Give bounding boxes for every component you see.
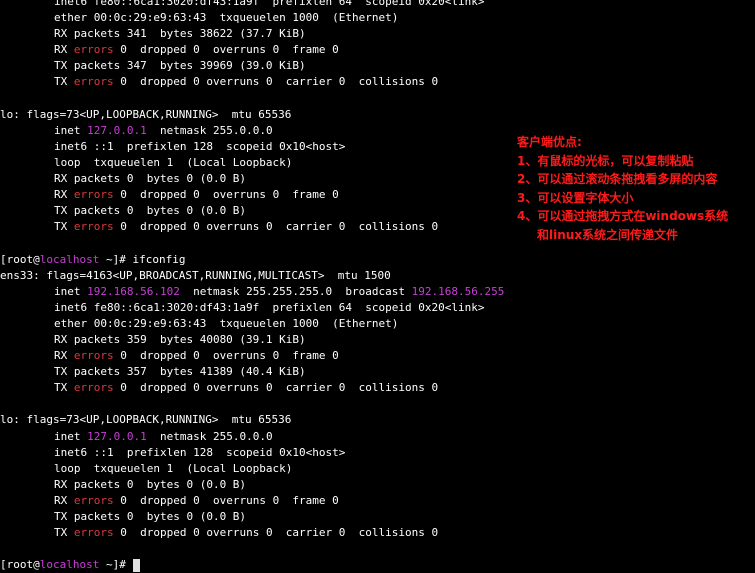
ip-address: 127.0.0.1: [87, 123, 147, 137]
terminal-line: inet6 fe80::6ca1:3020:df43:1a9f prefixle…: [0, 0, 755, 10]
annotation-note: 客户端优点: 1、有鼠标的光标，可以复制粘贴 2、可以通过滚动条拖拽看多屏的内容…: [517, 133, 728, 244]
terminal-text: RX: [54, 43, 74, 57]
terminal-line: loop txqueuelen 1 (Local Loopback): [0, 461, 755, 477]
terminal-text: netmask 255.0.0.0: [146, 429, 273, 443]
terminal-text: 0 dropped 0 overruns 0 carrier 0 collisi…: [113, 381, 439, 395]
error-keyword: errors: [73, 349, 114, 363]
terminal-text: ~]#: [99, 558, 133, 572]
annotation-item: 2、可以通过滚动条拖拽看多屏的内容: [517, 172, 718, 186]
error-keyword: errors: [73, 381, 114, 395]
terminal-text: ether 00:0c:29:e9:63:43 txqueuelen 1000 …: [54, 11, 399, 25]
error-keyword: errors: [73, 43, 114, 57]
annotation-item: 3、可以设置字体大小: [517, 190, 634, 205]
terminal-line: RX packets 0 bytes 0 (0.0 B): [0, 477, 755, 493]
terminal-line: lo: flags=73<UP,LOOPBACK,RUNNING> mtu 65…: [0, 412, 755, 428]
terminal-text: RX: [54, 493, 74, 507]
terminal-text: netmask 255.255.255.0 broadcast: [179, 284, 412, 298]
annotation-item: 1、有鼠标的光标，可以复制粘贴: [517, 153, 694, 168]
annotation-item: 和linux系统之间传递文件: [537, 227, 679, 242]
terminal-text: RX packets 0 bytes 0 (0.0 B): [54, 172, 247, 186]
terminal-line: inet 127.0.0.1 netmask 255.0.0.0: [0, 429, 755, 445]
terminal-text: netmask 255.0.0.0: [146, 123, 273, 137]
terminal-line: inet6 ::1 prefixlen 128 scopeid 0x10<hos…: [0, 445, 755, 461]
terminal-text: 0 dropped 0 overruns 0 carrier 0 collisi…: [113, 75, 439, 89]
terminal-line: ether 00:0c:29:e9:63:43 txqueuelen 1000 …: [0, 316, 755, 332]
terminal-line: lo: flags=73<UP,LOOPBACK,RUNNING> mtu 65…: [0, 107, 755, 123]
terminal-line: RX errors 0 dropped 0 overruns 0 frame 0: [0, 42, 755, 58]
terminal-line: TX packets 347 bytes 39969 (39.0 KiB): [0, 58, 755, 74]
terminal-text: 0 dropped 0 overruns 0 carrier 0 collisi…: [113, 526, 439, 540]
terminal-line: TX errors 0 dropped 0 overruns 0 carrier…: [0, 74, 755, 90]
error-keyword: errors: [73, 493, 114, 507]
terminal-text: TX: [54, 75, 74, 89]
terminal-text: RX packets 359 bytes 40080 (39.1 KiB): [54, 332, 306, 346]
terminal-text: 0 dropped 0 overruns 0 frame 0: [113, 493, 339, 507]
terminal-line: [root@localhost ~]# ifconfig: [0, 252, 755, 268]
ip-address: 192.168.56.102: [87, 284, 180, 298]
shell-prompt-line: [root@localhost ~]#: [0, 557, 755, 573]
terminal-text: inet: [54, 429, 88, 443]
terminal-text: RX: [54, 188, 74, 202]
annotation-title: 客户端优点:: [517, 135, 582, 149]
terminal-text: 0 dropped 0 overruns 0 frame 0: [113, 188, 339, 202]
terminal-text: loop txqueuelen 1 (Local Loopback): [54, 155, 293, 169]
terminal-line: ether 00:0c:29:e9:63:43 txqueuelen 1000 …: [0, 10, 755, 26]
ip-address: 127.0.0.1: [87, 429, 147, 443]
terminal-text: inet6 fe80::6ca1:3020:df43:1a9f prefixle…: [54, 300, 485, 314]
terminal-text: TX packets 0 bytes 0 (0.0 B): [54, 510, 247, 523]
terminal-line: ens33: flags=4163<UP,BROADCAST,RUNNING,M…: [0, 268, 755, 284]
terminal-text: inet6 ::1 prefixlen 128 scopeid 0x10<hos…: [54, 445, 346, 459]
error-keyword: errors: [73, 188, 114, 202]
text-cursor: [133, 558, 141, 572]
error-keyword: errors: [73, 526, 114, 540]
annotation-item: 4、可以通过拖拽方式在windows系统: [517, 209, 729, 223]
terminal-output[interactable]: inet6 fe80::6ca1:3020:df43:1a9f prefixle…: [0, 0, 755, 573]
terminal-text: 0 dropped 0 overruns 0 frame 0: [113, 43, 339, 57]
terminal-text: [root@: [0, 558, 40, 572]
terminal-text: RX: [54, 349, 74, 363]
terminal-line: inet 192.168.56.102 netmask 255.255.255.…: [0, 284, 755, 300]
terminal-text: ens33: flags=4163<UP,BROADCAST,RUNNING,M…: [0, 268, 391, 282]
terminal-text: lo: flags=73<UP,LOOPBACK,RUNNING> mtu 65…: [0, 413, 292, 427]
terminal-line: TX errors 0 dropped 0 overruns 0 carrier…: [0, 380, 755, 396]
terminal-line: RX packets 359 bytes 40080 (39.1 KiB): [0, 332, 755, 348]
terminal-line: RX errors 0 dropped 0 overruns 0 frame 0: [0, 348, 755, 364]
terminal-line: RX errors 0 dropped 0 overruns 0 frame 0: [0, 493, 755, 509]
terminal-text: inet: [54, 284, 88, 298]
terminal-text: 0 dropped 0 overruns 0 frame 0: [113, 349, 339, 363]
terminal-text: loop txqueuelen 1 (Local Loopback): [54, 461, 293, 475]
terminal-text: RX packets 0 bytes 0 (0.0 B): [54, 477, 247, 491]
hostname: localhost: [39, 252, 100, 266]
hostname: localhost: [39, 558, 100, 572]
terminal-text: TX packets 357 bytes 41389 (40.4 KiB): [54, 365, 306, 379]
terminal-text: TX: [54, 381, 74, 395]
terminal-text: ~]# ifconfig: [99, 252, 186, 266]
terminal-text: inet6 ::1 prefixlen 128 scopeid 0x10<hos…: [54, 139, 346, 153]
terminal-line: TX packets 357 bytes 41389 (40.4 KiB): [0, 364, 755, 380]
terminal-line: TX packets 0 bytes 0 (0.0 B): [0, 509, 755, 525]
terminal-text: [root@: [0, 252, 40, 266]
terminal-line: TX errors 0 dropped 0 overruns 0 carrier…: [0, 525, 755, 541]
terminal-text: inet6 fe80::6ca1:3020:df43:1a9f prefixle…: [54, 0, 485, 8]
terminal-text: TX packets 0 bytes 0 (0.0 B): [54, 204, 247, 218]
terminal-line: inet6 fe80::6ca1:3020:df43:1a9f prefixle…: [0, 300, 755, 316]
terminal-text: lo: flags=73<UP,LOOPBACK,RUNNING> mtu 65…: [0, 107, 292, 121]
terminal-text: TX packets 347 bytes 39969 (39.0 KiB): [54, 59, 306, 73]
ip-address: 192.168.56.255: [411, 284, 505, 298]
terminal-text: TX: [54, 220, 74, 234]
error-keyword: errors: [73, 75, 114, 89]
terminal-text: TX: [54, 526, 74, 540]
terminal-text: ether 00:0c:29:e9:63:43 txqueuelen 1000 …: [54, 316, 399, 330]
terminal-text: 0 dropped 0 overruns 0 carrier 0 collisi…: [113, 220, 439, 234]
terminal-text: RX packets 341 bytes 38622 (37.7 KiB): [54, 27, 306, 41]
error-keyword: errors: [73, 220, 114, 234]
terminal-line: RX packets 341 bytes 38622 (37.7 KiB): [0, 26, 755, 42]
terminal-text: inet: [54, 123, 88, 137]
